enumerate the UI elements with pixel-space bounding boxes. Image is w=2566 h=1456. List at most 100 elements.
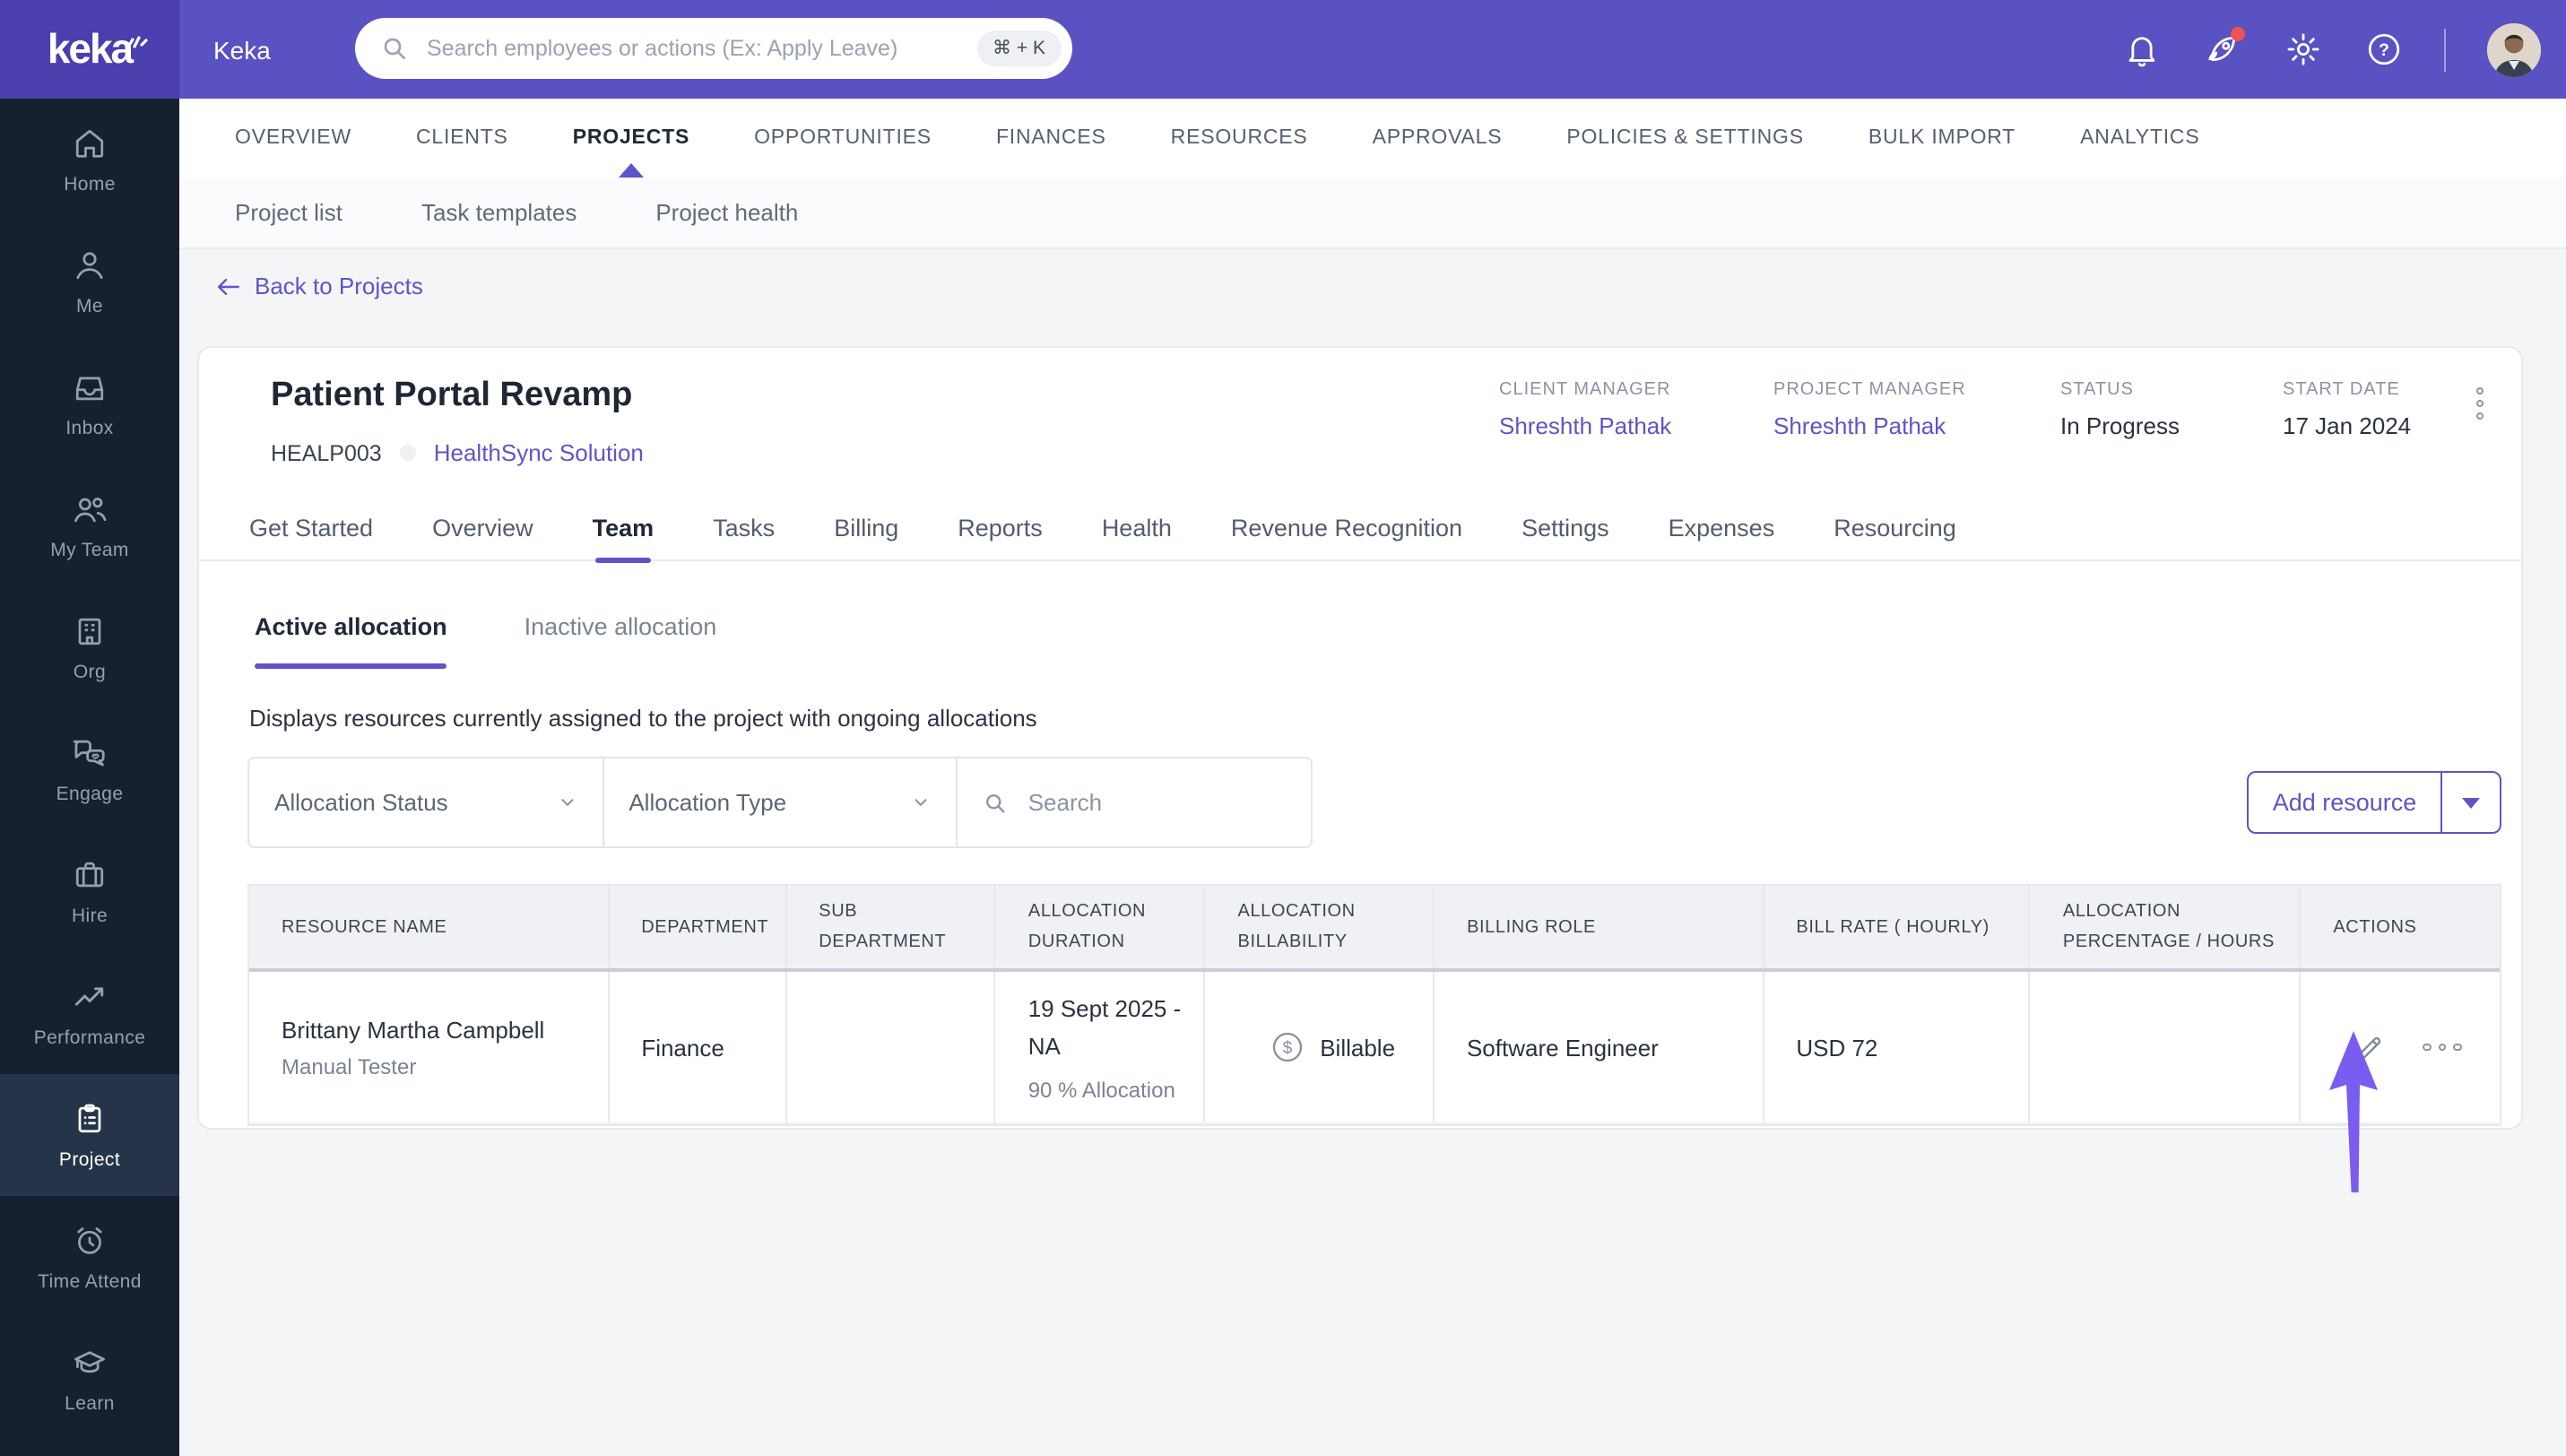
clipboard-icon (70, 1099, 109, 1139)
sidebar-item-me[interactable]: Me (0, 221, 179, 342)
screen: keka Keka ⌘ + K ? (0, 0, 2566, 1456)
project-title: Patient Portal Revamp (271, 377, 633, 414)
app-label: Keka (213, 35, 271, 64)
topbar-divider (2444, 28, 2446, 71)
annotation-arrow (2322, 1029, 2387, 1203)
tab-bulk-import[interactable]: BULK IMPORT (1868, 99, 2016, 178)
dollar-circle-icon: $ (1270, 1029, 1305, 1065)
row-more-menu-icon[interactable] (2423, 1043, 2462, 1052)
resource-name[interactable]: Brittany Martha Campbell (282, 1016, 589, 1043)
col-sub-department: SUB DEPARTMENT (786, 886, 996, 968)
allocation-type-select[interactable]: Allocation Type (603, 758, 958, 846)
tab-resources[interactable]: RESOURCES (1171, 99, 1308, 178)
sidebar-item-label: Time Attend (38, 1271, 142, 1293)
col-billing-role: BILLING ROLE (1435, 886, 1764, 968)
separator-dot (399, 445, 416, 461)
ptab-team[interactable]: Team (593, 494, 654, 562)
keka-app: keka Keka ⌘ + K ? (0, 0, 2566, 1456)
sidebar-item-label: Engage (56, 784, 124, 805)
meta-status: STATUS In Progress (2060, 380, 2180, 439)
sidebar-item-learn[interactable]: Learn (0, 1318, 179, 1440)
sidebar-item-label: Org (73, 662, 107, 683)
ptab-reports[interactable]: Reports (958, 494, 1043, 560)
add-resource-dropdown[interactable] (2440, 773, 2500, 832)
ptab-settings[interactable]: Settings (1521, 494, 1609, 560)
col-allocation-duration: ALLOCATION DURATION (996, 886, 1206, 968)
project-code: HEALP003 (271, 440, 382, 465)
add-resource-button[interactable]: Add resource (2249, 773, 2440, 832)
client-manager-link[interactable]: Shreshth Pathak (1499, 412, 1671, 439)
back-to-projects-link[interactable]: Back to Projects (215, 273, 423, 299)
ptab-billing[interactable]: Billing (834, 494, 898, 560)
help-icon[interactable]: ? (2363, 30, 2403, 69)
meta-start-date: START DATE 17 Jan 2024 (2283, 380, 2412, 439)
ptab-tasks[interactable]: Tasks (713, 494, 775, 560)
main-area: OVERVIEW CLIENTS PROJECTS OPPORTUNITIES … (179, 99, 2566, 1456)
subnav-project-health[interactable]: Project health (655, 199, 798, 226)
sidebar-item-label: Inbox (65, 418, 114, 439)
caret-down-icon (2462, 797, 2480, 808)
tab-finances[interactable]: FINANCES (996, 99, 1106, 178)
table-header-row: RESOURCE NAME DEPARTMENT SUB DEPARTMENT … (249, 886, 2500, 972)
user-icon (70, 246, 109, 285)
sidebar-item-performance[interactable]: Performance (0, 952, 179, 1074)
sidebar-item-project[interactable]: Project (0, 1074, 179, 1196)
whats-new-rocket-icon[interactable] (2202, 26, 2245, 69)
alarm-icon (70, 1221, 109, 1261)
tab-projects[interactable]: PROJECTS (573, 99, 689, 178)
project-manager-link[interactable]: Shreshth Pathak (1773, 412, 1966, 439)
table-search-input[interactable] (1024, 787, 1247, 818)
back-arrow-icon (218, 278, 239, 294)
sidebar-item-label: Project (58, 1149, 121, 1171)
sidebar-item-home[interactable]: Home (0, 99, 179, 221)
sidebar-item-my-team[interactable]: My Team (0, 464, 179, 586)
tab-approvals[interactable]: APPROVALS (1373, 99, 1503, 178)
sidebar-item-engage[interactable]: Engage (0, 708, 179, 830)
sidebar-item-inbox[interactable]: Inbox (0, 342, 179, 464)
ptab-overview[interactable]: Overview (432, 494, 533, 560)
ptab-get-started[interactable]: Get Started (249, 494, 373, 560)
table-search[interactable] (958, 758, 1311, 846)
cell-resource-name: Brittany Martha Campbell Manual Tester (249, 972, 610, 1122)
ptab-health[interactable]: Health (1102, 494, 1172, 560)
allocation-status-select[interactable]: Allocation Status (249, 758, 604, 846)
col-resource-name: RESOURCE NAME (249, 886, 610, 968)
global-search[interactable]: ⌘ + K (355, 18, 1072, 79)
ptab-expenses[interactable]: Expenses (1669, 494, 1775, 560)
search-icon (384, 38, 405, 59)
chat-icon (70, 733, 109, 773)
sidebar-item-hire[interactable]: Hire (0, 830, 179, 952)
project-tabs: Get Started Overview Team Tasks Billing … (199, 494, 2521, 562)
ptab-revenue-recognition[interactable]: Revenue Recognition (1231, 494, 1462, 560)
subnav-project-list[interactable]: Project list (235, 199, 342, 226)
sidebar-item-label: Home (64, 174, 116, 195)
project-kebab-menu-icon[interactable] (2476, 387, 2484, 420)
tab-clients[interactable]: CLIENTS (416, 99, 508, 178)
tab-active-allocation[interactable]: Active allocation (255, 613, 448, 669)
sidebar-item-label: My Team (50, 540, 129, 561)
col-department: DEPARTMENT (609, 886, 787, 968)
ptab-resourcing[interactable]: Resourcing (1833, 494, 1956, 560)
subnav-task-templates[interactable]: Task templates (421, 199, 576, 226)
sidebar-item-time-attend[interactable]: Time Attend (0, 1196, 179, 1318)
section-description: Displays resources currently assigned to… (249, 705, 1037, 732)
sidebar-item-label: Learn (65, 1393, 115, 1415)
client-link[interactable]: HealthSync Solution (434, 439, 644, 466)
tab-policies-settings[interactable]: POLICIES & SETTINGS (1566, 99, 1803, 178)
global-search-input[interactable] (423, 34, 977, 63)
status-value: In Progress (2060, 412, 2180, 439)
tab-inactive-allocation[interactable]: Inactive allocation (524, 613, 717, 669)
keka-logo[interactable]: keka (0, 0, 179, 99)
billability-value: Billable (1320, 1034, 1396, 1061)
notifications-bell-icon[interactable] (2121, 30, 2161, 69)
settings-gear-icon[interactable] (2283, 30, 2322, 69)
logo-spark-icon (123, 14, 148, 63)
sidebar-item-org[interactable]: Org (0, 586, 179, 708)
user-avatar[interactable] (2487, 22, 2541, 76)
start-date-value: 17 Jan 2024 (2283, 412, 2412, 439)
sidebar-item-label: Hire (71, 906, 108, 927)
tab-overview[interactable]: OVERVIEW (235, 99, 351, 178)
tab-analytics[interactable]: ANALYTICS (2080, 99, 2199, 178)
tab-opportunities[interactable]: OPPORTUNITIES (754, 99, 932, 178)
building-icon (70, 611, 109, 651)
